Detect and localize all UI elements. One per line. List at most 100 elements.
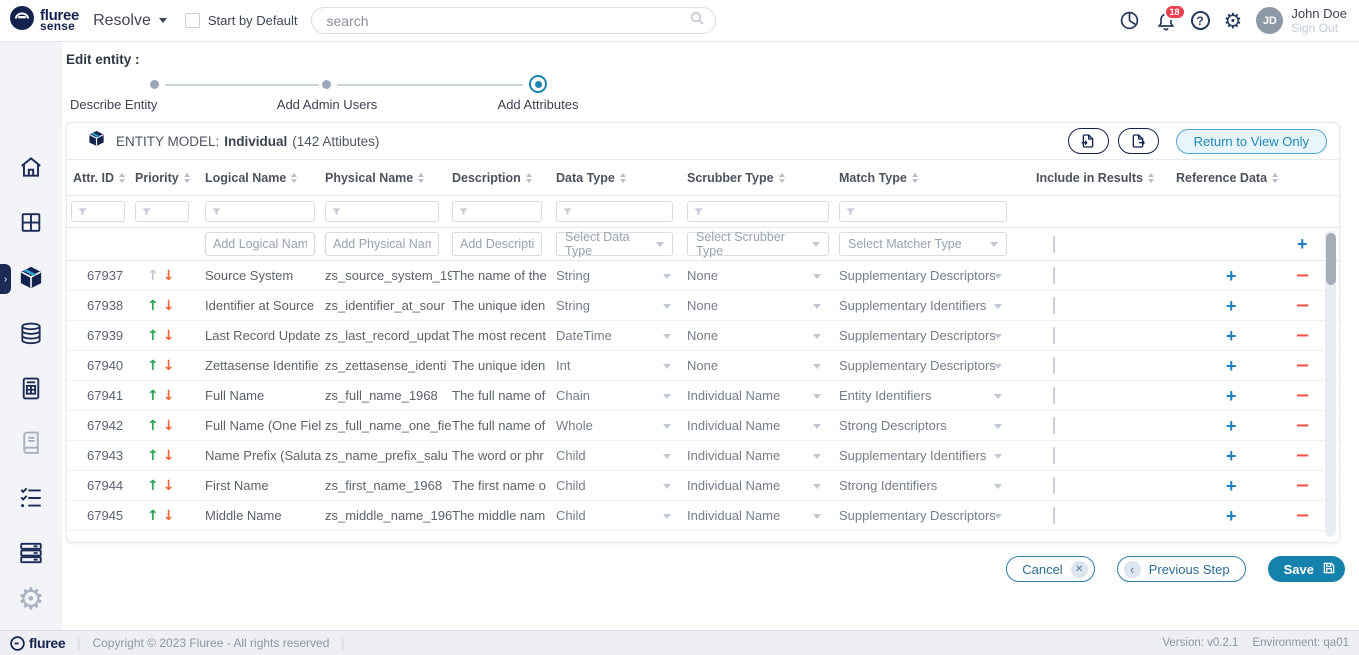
add-reference-data-icon[interactable]: + bbox=[1226, 447, 1237, 465]
priority-down-icon[interactable]: ↓ bbox=[163, 358, 175, 374]
data-type-dropdown[interactable]: Chain bbox=[556, 388, 687, 403]
priority-down-icon[interactable]: ↓ bbox=[163, 298, 175, 314]
report-document-icon[interactable] bbox=[19, 376, 44, 406]
search-input[interactable] bbox=[326, 13, 689, 29]
remove-attribute-icon[interactable]: − bbox=[1295, 507, 1310, 525]
avatar[interactable]: JD bbox=[1256, 7, 1283, 34]
physical-name-cell[interactable]: zs_full_name_one_fie bbox=[325, 418, 452, 433]
add-description-input[interactable] bbox=[452, 232, 542, 256]
description-cell[interactable]: The unique iden bbox=[452, 358, 556, 373]
column-header-scrubber-type[interactable]: Scrubber Type bbox=[687, 171, 839, 185]
priority-down-icon[interactable]: ↓ bbox=[163, 328, 175, 344]
data-type-dropdown[interactable]: Whole bbox=[556, 418, 687, 433]
cancel-button[interactable]: Cancel ✕ bbox=[1006, 556, 1094, 582]
include-in-results-checkbox[interactable] bbox=[1053, 387, 1055, 404]
scrubber-type-dropdown[interactable]: None bbox=[687, 268, 839, 283]
scrubber-type-dropdown[interactable]: Individual Name bbox=[687, 478, 839, 493]
step-add-attributes-dot[interactable] bbox=[529, 75, 547, 93]
match-type-dropdown[interactable]: Supplementary Descriptors bbox=[839, 268, 1036, 283]
column-header-physical-name[interactable]: Physical Name bbox=[325, 171, 452, 185]
return-to-view-only-button[interactable]: Return to View Only bbox=[1176, 129, 1327, 154]
remove-attribute-icon[interactable]: − bbox=[1295, 417, 1310, 435]
add-reference-data-icon[interactable]: + bbox=[1226, 297, 1237, 315]
gear-icon[interactable]: ⚙ bbox=[1224, 11, 1243, 31]
select-matcher-type-dropdown[interactable]: Select Matcher Type bbox=[839, 232, 1007, 256]
description-cell[interactable]: The middle nam bbox=[452, 508, 556, 523]
filter-input[interactable] bbox=[840, 202, 1006, 221]
select-scrubber-type-dropdown[interactable]: Select Scrubber Type bbox=[687, 232, 829, 256]
filter-scrubber-type[interactable] bbox=[687, 201, 829, 222]
scrubber-type-dropdown[interactable]: Individual Name bbox=[687, 388, 839, 403]
bell-icon[interactable]: 18 bbox=[1155, 10, 1177, 32]
gear-clock-icon[interactable]: ⚙ bbox=[18, 590, 45, 610]
physical-name-cell[interactable]: zs_zettasense_identi bbox=[325, 358, 452, 373]
add-reference-data-icon[interactable]: + bbox=[1226, 477, 1237, 495]
include-in-results-checkbox[interactable] bbox=[1053, 477, 1055, 494]
priority-down-icon[interactable]: ↓ bbox=[163, 508, 175, 524]
logical-name-cell[interactable]: Identifier at Source bbox=[205, 298, 325, 313]
database-icon[interactable] bbox=[18, 321, 44, 352]
include-in-results-checkbox[interactable] bbox=[1053, 297, 1055, 314]
column-header-reference-data[interactable]: Reference Data bbox=[1176, 171, 1339, 185]
priority-up-icon[interactable]: ↑ bbox=[147, 328, 159, 344]
import-attributes-button[interactable] bbox=[1068, 128, 1109, 154]
add-attribute-icon[interactable]: + bbox=[1297, 235, 1308, 253]
description-cell[interactable]: The most recent bbox=[452, 328, 556, 343]
priority-down-icon[interactable]: ↓ bbox=[163, 388, 175, 404]
physical-name-cell[interactable]: zs_identifier_at_sour bbox=[325, 298, 452, 313]
include-in-results-checkbox[interactable] bbox=[1053, 327, 1055, 344]
match-type-dropdown[interactable]: Strong Identifiers bbox=[839, 478, 1036, 493]
add-reference-data-icon[interactable]: + bbox=[1226, 387, 1237, 405]
save-button[interactable]: Save bbox=[1268, 556, 1345, 582]
filter-input[interactable] bbox=[688, 202, 828, 221]
sign-out-link[interactable]: Sign Out bbox=[1291, 21, 1347, 35]
remove-attribute-icon[interactable]: − bbox=[1295, 267, 1310, 285]
priority-up-icon[interactable]: ↑ bbox=[147, 448, 159, 464]
physical-name-cell[interactable]: zs_full_name_1968 bbox=[325, 388, 452, 403]
table-scrollbar-thumb[interactable] bbox=[1326, 233, 1336, 285]
resolve-app-menu[interactable]: Resolve bbox=[93, 12, 167, 30]
logical-name-cell[interactable]: Full Name bbox=[205, 388, 325, 403]
data-type-dropdown[interactable]: Int bbox=[556, 358, 687, 373]
match-type-dropdown[interactable]: Supplementary Descriptors bbox=[839, 508, 1036, 523]
description-cell[interactable]: The full name of bbox=[452, 418, 556, 433]
priority-up-icon[interactable]: ↑ bbox=[147, 298, 159, 314]
help-icon[interactable]: ? bbox=[1191, 11, 1210, 30]
include-in-results-checkbox[interactable] bbox=[1053, 236, 1055, 253]
logical-name-cell[interactable]: Full Name (One Fiel bbox=[205, 418, 325, 433]
filter-match-type[interactable] bbox=[839, 201, 1007, 222]
book-icon[interactable] bbox=[19, 430, 44, 460]
priority-up-icon[interactable]: ↑ bbox=[147, 358, 159, 374]
priority-up-icon[interactable]: ↑ bbox=[147, 478, 159, 494]
home-icon[interactable] bbox=[18, 154, 44, 185]
add-physical-name-input[interactable] bbox=[325, 232, 439, 256]
remove-attribute-icon[interactable]: − bbox=[1295, 297, 1310, 315]
cube-icon[interactable] bbox=[18, 264, 45, 296]
column-header-description[interactable]: Description bbox=[452, 171, 556, 185]
filter-data-type[interactable] bbox=[556, 201, 673, 222]
column-header-attr-id[interactable]: Attr. ID bbox=[67, 171, 135, 185]
add-reference-data-icon[interactable]: + bbox=[1226, 327, 1237, 345]
priority-up-icon[interactable]: ↑ bbox=[147, 418, 159, 434]
match-type-dropdown[interactable]: Supplementary Identifiers bbox=[839, 448, 1036, 463]
table-scrollbar-track[interactable] bbox=[1325, 231, 1336, 537]
search-box[interactable] bbox=[311, 7, 716, 34]
filter-input[interactable] bbox=[326, 202, 438, 221]
include-in-results-checkbox[interactable] bbox=[1053, 507, 1055, 524]
scrubber-type-dropdown[interactable]: Individual Name bbox=[687, 448, 839, 463]
match-type-dropdown[interactable]: Supplementary Descriptors bbox=[839, 328, 1036, 343]
logical-name-cell[interactable]: First Name bbox=[205, 478, 325, 493]
column-header-include-in-results[interactable]: Include in Results bbox=[1036, 171, 1176, 185]
include-in-results-checkbox[interactable] bbox=[1053, 357, 1055, 374]
data-type-dropdown[interactable]: Child bbox=[556, 448, 687, 463]
match-type-dropdown[interactable]: Entity Identifiers bbox=[839, 388, 1036, 403]
include-in-results-checkbox[interactable] bbox=[1053, 417, 1055, 434]
physical-name-cell[interactable]: zs_last_record_updat bbox=[325, 328, 452, 343]
column-header-match-type[interactable]: Match Type bbox=[839, 171, 1036, 185]
priority-down-icon[interactable]: ↓ bbox=[163, 478, 175, 494]
scrubber-type-dropdown[interactable]: Individual Name bbox=[687, 418, 839, 433]
checklist-icon[interactable] bbox=[18, 485, 44, 516]
data-type-dropdown[interactable]: String bbox=[556, 268, 687, 283]
step-add-admin-users-dot[interactable] bbox=[322, 80, 331, 89]
logical-name-cell[interactable]: Source System bbox=[205, 268, 325, 283]
